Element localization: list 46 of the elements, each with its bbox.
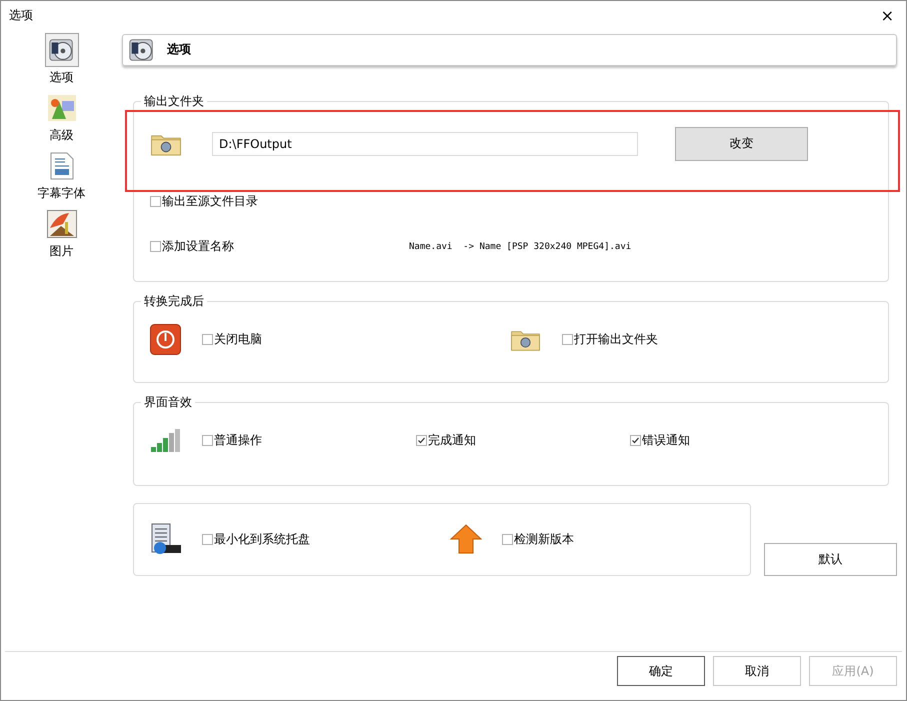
checkbox-option[interactable]: 添加设置名称: [150, 238, 234, 256]
sidebar-label: 图片: [50, 242, 74, 260]
checkbox-option[interactable]: 错误通知: [630, 432, 690, 450]
dialog-button[interactable]: 取消: [713, 656, 801, 686]
painting-icon: [46, 210, 76, 238]
checkbox-option[interactable]: 完成通知: [416, 432, 476, 450]
checkbox[interactable]: [202, 534, 213, 545]
up-arrow-icon: [450, 524, 482, 554]
example-text: Name.avi -> Name [PSP 320x240 MPEG4].avi: [409, 242, 632, 252]
group-title: 输出文件夹: [143, 92, 205, 110]
window-list-icon: [150, 523, 182, 556]
sidebar-item[interactable]: 高级: [44, 90, 78, 145]
power-icon: [150, 324, 181, 356]
change-button[interactable]: 改变: [675, 126, 808, 161]
checkbox[interactable]: [630, 435, 641, 446]
checkbox-option[interactable]: 普通操作: [202, 432, 262, 450]
close-button[interactable]: ×: [876, 6, 898, 26]
window-title: 选项: [9, 7, 33, 24]
check-icon: [417, 436, 426, 446]
checkbox[interactable]: [416, 435, 427, 446]
sidebar-label: 选项: [50, 68, 74, 86]
checkbox-option[interactable]: 关闭电脑: [202, 331, 262, 348]
checkbox[interactable]: [562, 334, 573, 346]
header-title: 选项: [167, 41, 191, 58]
sidebar-label: 高级: [50, 126, 74, 144]
landscape-icon: [48, 94, 76, 121]
check-icon: [631, 436, 640, 446]
default-button[interactable]: 默认: [764, 542, 897, 576]
checkbox-option[interactable]: 打开输出文件夹: [562, 331, 658, 348]
checkbox[interactable]: [150, 196, 161, 208]
volume-bars-icon: [150, 428, 181, 454]
sidebar-item[interactable]: 字幕字体: [38, 148, 86, 203]
sidebar-label: 字幕字体: [38, 184, 86, 202]
sidebar-item[interactable]: 图片: [44, 206, 78, 261]
checkbox[interactable]: [502, 534, 513, 545]
group-title: 界面音效: [143, 394, 193, 411]
path-field[interactable]: D:\FFOutput: [212, 132, 638, 156]
checkbox-option[interactable]: 检测新版本: [502, 530, 574, 548]
checkbox[interactable]: [202, 334, 213, 346]
document-icon: [50, 152, 74, 180]
group-title: 转换完成后: [143, 292, 205, 310]
dialog-button[interactable]: 确定: [617, 656, 705, 686]
checkbox-option[interactable]: 输出至源文件目录: [150, 193, 258, 210]
checkbox[interactable]: [150, 241, 161, 252]
checkbox-option[interactable]: 最小化到系统托盘: [202, 530, 310, 548]
checkbox[interactable]: [202, 435, 213, 446]
